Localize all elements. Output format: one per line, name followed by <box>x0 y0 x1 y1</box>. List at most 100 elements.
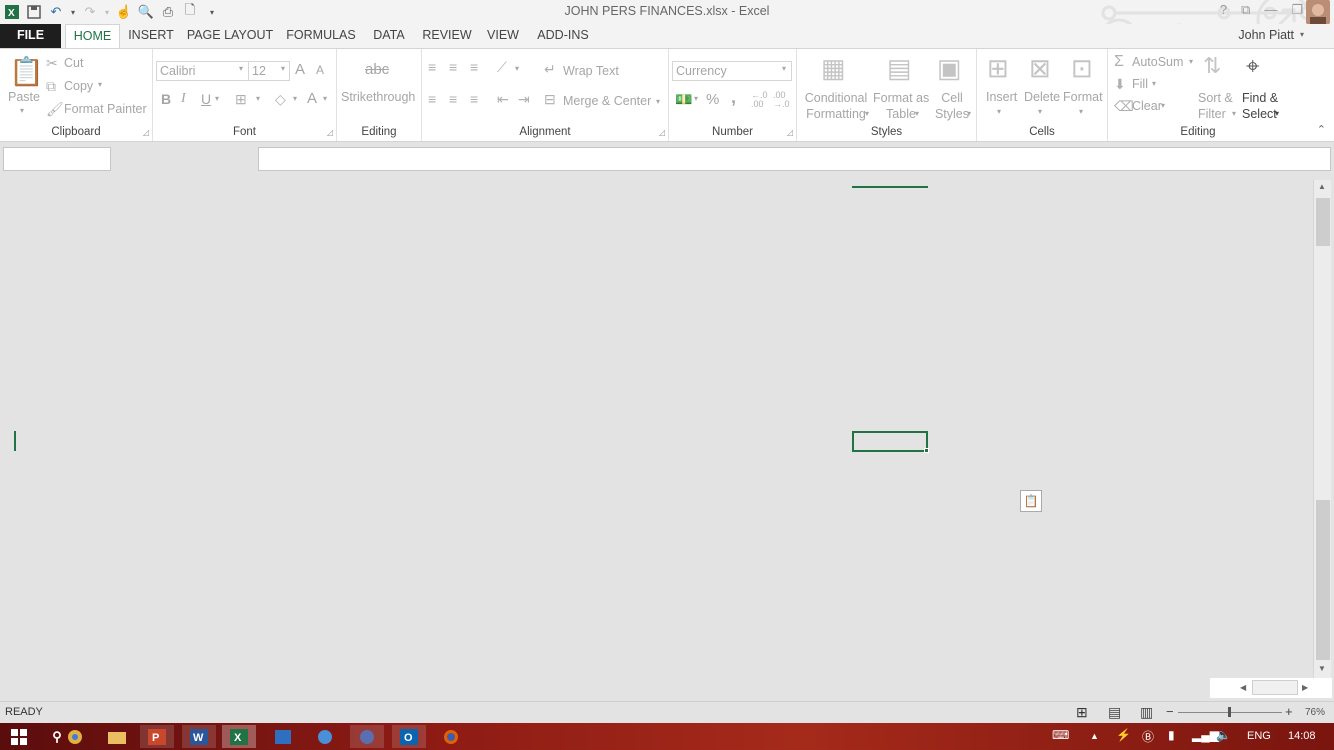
paste-button[interactable]: Paste <box>8 90 40 104</box>
orientation-icon[interactable]: ⟋ <box>497 59 507 76</box>
clear-dropdown-icon[interactable]: ▾ <box>1161 101 1165 110</box>
clock[interactable]: 14:08 <box>1288 730 1316 742</box>
tab-view[interactable]: VIEW <box>482 24 524 48</box>
h-scroll-thumb[interactable] <box>1252 680 1298 695</box>
find-select-dropdown-icon[interactable]: ▾ <box>1275 109 1279 118</box>
decrease-indent-icon[interactable]: ⇤ <box>497 91 509 108</box>
underline-dropdown-icon[interactable]: ▾ <box>215 94 219 103</box>
strikethrough-icon[interactable]: abc <box>365 61 389 78</box>
number-launcher-icon[interactable]: ◿ <box>787 128 793 137</box>
find-select-button[interactable]: Find & Select <box>1242 90 1278 122</box>
zoom-slider-thumb[interactable] <box>1228 707 1231 717</box>
collapse-ribbon-icon[interactable]: ⌃ <box>1317 123 1326 136</box>
format-dropdown-icon[interactable]: ▾ <box>1079 107 1083 116</box>
outlook-icon[interactable]: O <box>392 725 426 748</box>
comma-button[interactable]: , <box>731 87 736 108</box>
sort-filter-icon[interactable]: ⇅ <box>1203 53 1221 79</box>
fill-button[interactable]: Fill <box>1132 77 1148 91</box>
copy-dropdown-icon[interactable]: ▾ <box>98 80 102 89</box>
volume-icon[interactable]: 🔈 <box>1216 728 1231 742</box>
help-icon[interactable]: ? <box>1220 2 1227 18</box>
scroll-thumb-top[interactable] <box>1316 198 1330 246</box>
format-as-table-icon[interactable]: ▤ <box>887 53 912 84</box>
page-layout-view-icon[interactable]: ▤ <box>1108 704 1121 721</box>
tab-home[interactable]: HOME <box>65 24 120 49</box>
scroll-up-icon[interactable]: ▲ <box>1318 182 1326 191</box>
tab-review[interactable]: REVIEW <box>418 24 476 48</box>
align-right-icon[interactable]: ≡ <box>470 91 478 107</box>
copy-icon[interactable]: ⧉ <box>46 78 56 95</box>
percent-button[interactable]: % <box>706 91 719 108</box>
delete-dropdown-icon[interactable]: ▾ <box>1038 107 1042 116</box>
wifi-icon[interactable]: ▂▄▆ <box>1192 728 1219 742</box>
scroll-right-icon[interactable]: ▶ <box>1302 683 1308 692</box>
cell-styles-dropdown-icon[interactable]: ▾ <box>967 109 971 118</box>
font-name-combo[interactable]: Calibri <box>156 61 249 81</box>
page-break-view-icon[interactable]: ▥ <box>1140 704 1153 721</box>
account-app-icon[interactable] <box>350 725 384 748</box>
wrap-text-icon[interactable]: ↵ <box>544 61 556 78</box>
autosum-dropdown-icon[interactable]: ▾ <box>1189 57 1193 66</box>
avatar[interactable] <box>1306 0 1330 24</box>
alignment-launcher-icon[interactable]: ◿ <box>659 128 665 137</box>
font-size-dropdown-icon[interactable]: ▾ <box>281 64 285 73</box>
align-center-icon[interactable]: ≡ <box>449 91 457 107</box>
conditional-formatting-dropdown-icon[interactable]: ▾ <box>865 109 869 118</box>
clear-icon[interactable]: ⌫ <box>1114 98 1134 115</box>
tab-page-layout[interactable]: PAGE LAYOUT <box>183 24 277 48</box>
conditional-formatting-icon[interactable]: ▦ <box>821 53 846 84</box>
firefox-icon[interactable] <box>434 725 468 748</box>
autosum-button[interactable]: AutoSum <box>1132 55 1183 69</box>
font-color-dropdown-icon[interactable]: ▾ <box>323 94 327 103</box>
tab-formulas[interactable]: FORMULAS <box>282 24 360 48</box>
tray-app-icon[interactable]: Ⓑ <box>1142 728 1154 745</box>
fill-handle[interactable] <box>924 448 929 453</box>
format-button[interactable]: Format <box>1063 90 1103 104</box>
fill-dropdown-icon[interactable]: ▾ <box>1152 79 1156 88</box>
powerpoint-icon[interactable]: P <box>140 725 174 748</box>
orientation-dropdown-icon[interactable]: ▾ <box>515 64 519 73</box>
scroll-thumb[interactable] <box>1316 500 1330 660</box>
align-left-icon[interactable]: ≡ <box>428 91 436 107</box>
paste-dropdown-icon[interactable]: ▾ <box>20 106 24 115</box>
start-button[interactable] <box>2 725 36 748</box>
file-explorer-icon[interactable] <box>100 725 134 748</box>
keyboard-icon[interactable]: ⌨ <box>1052 728 1069 742</box>
format-painter-button[interactable]: Format Painter <box>64 102 147 116</box>
top-align-icon[interactable]: ≡ <box>428 59 436 75</box>
middle-align-icon[interactable]: ≡ <box>449 59 457 75</box>
excel-taskbar-icon[interactable]: X <box>222 725 256 748</box>
delete-cells-icon[interactable]: ⊠ <box>1029 53 1051 84</box>
cut-button[interactable]: Cut <box>64 56 83 70</box>
sort-filter-dropdown-icon[interactable]: ▾ <box>1232 109 1236 118</box>
strikethrough-button[interactable]: Strikethrough <box>341 90 415 104</box>
bottom-align-icon[interactable]: ≡ <box>470 59 478 75</box>
tab-add-ins[interactable]: ADD-INS <box>530 24 596 48</box>
italic-button[interactable]: I <box>181 91 186 107</box>
increase-decimal-icon[interactable]: ←.0.00 <box>751 91 768 109</box>
language-indicator[interactable]: ENG <box>1247 730 1271 742</box>
normal-view-icon[interactable]: ⊞ <box>1076 704 1088 721</box>
merge-center-icon[interactable]: ⊟ <box>544 91 556 108</box>
increase-indent-icon[interactable]: ⇥ <box>518 91 530 108</box>
user-name[interactable]: John Piatt <box>1238 28 1294 42</box>
insert-cells-icon[interactable]: ⊞ <box>987 53 1009 84</box>
power-icon[interactable]: ⚡ <box>1116 728 1131 742</box>
horizontal-scrollbar[interactable]: ◀ ▶ <box>1210 678 1332 698</box>
merge-center-button[interactable]: Merge & Center <box>563 94 651 108</box>
clipboard-launcher-icon[interactable]: ◿ <box>143 128 149 137</box>
restore-icon[interactable]: ❐ <box>1291 2 1303 18</box>
bold-button[interactable]: B <box>161 91 171 107</box>
paste-icon[interactable]: 📋 <box>9 55 44 88</box>
active-cell[interactable] <box>852 431 928 452</box>
word-icon[interactable]: W <box>182 725 216 748</box>
clear-button[interactable]: Clear <box>1132 99 1162 113</box>
insert-button[interactable]: Insert <box>986 90 1017 104</box>
cell-styles-icon[interactable]: ▣ <box>937 53 962 84</box>
ribbon-display-icon[interactable]: ⧉ <box>1241 2 1250 18</box>
cut-icon[interactable]: ✂ <box>46 55 58 72</box>
formula-input[interactable] <box>258 147 1331 171</box>
fill-color-dropdown-icon[interactable]: ▾ <box>293 94 297 103</box>
tab-insert[interactable]: INSERT <box>124 24 178 48</box>
underline-button[interactable]: U <box>201 91 211 107</box>
